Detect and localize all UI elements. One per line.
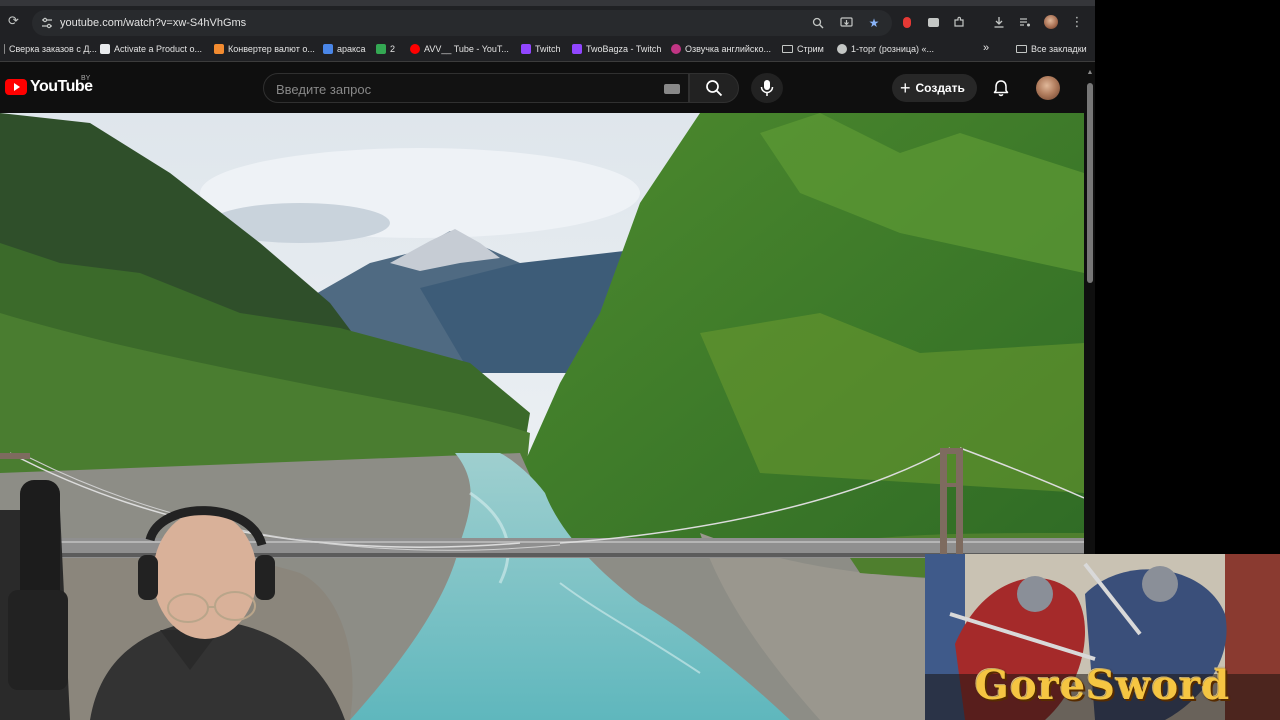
bookmark-favicon-icon	[323, 44, 333, 54]
downloads-icon[interactable]	[992, 15, 1006, 29]
bookmark-item[interactable]: аракса	[323, 44, 366, 54]
tab-strip	[0, 0, 1095, 6]
bookmark-favicon-icon	[572, 44, 582, 54]
extensions-puzzle-icon[interactable]	[952, 15, 966, 29]
bookmark-favicon-icon	[4, 44, 5, 54]
extension-red-icon[interactable]	[900, 15, 914, 29]
folder-icon	[1016, 45, 1027, 53]
bookmark-item[interactable]: Озвучка английско...	[671, 44, 771, 54]
bookmark-favicon-icon	[100, 44, 110, 54]
plus-icon: +	[900, 78, 911, 98]
bookmark-item[interactable]: TwoBagza - Twitch	[572, 44, 661, 54]
search-button[interactable]	[689, 73, 739, 103]
bookmark-item[interactable]: Конвертер валют о...	[214, 44, 315, 54]
zoom-icon[interactable]	[810, 15, 826, 31]
bookmark-item[interactable]: 1-торг (розница) «...	[837, 44, 934, 54]
search-icon	[706, 80, 723, 97]
bookmark-favicon-icon	[376, 44, 386, 54]
site-settings-icon[interactable]	[40, 16, 54, 30]
youtube-header: YouTube BY + Создать	[0, 63, 1095, 113]
youtube-logo[interactable]: YouTube	[5, 78, 93, 96]
bookmark-favicon-icon	[214, 44, 224, 54]
webcam-overlay	[0, 470, 350, 720]
bookmarks-overflow-button[interactable]: »	[983, 42, 989, 54]
create-button[interactable]: + Создать	[892, 74, 977, 102]
scroll-up-icon[interactable]: ▲	[1086, 69, 1094, 77]
folder-icon	[782, 45, 793, 53]
extension-gray-icon[interactable]	[926, 15, 940, 29]
all-bookmarks-folder[interactable]: Все закладки	[1016, 44, 1087, 54]
game-title: GoreSword	[974, 662, 1231, 709]
media-queue-icon[interactable]	[1018, 15, 1032, 29]
search-box[interactable]	[263, 73, 689, 103]
bookmark-item[interactable]: 2	[376, 44, 395, 54]
account-avatar[interactable]	[1036, 76, 1060, 100]
omnibox[interactable]: youtube.com/watch?v=xw-S4hVhGms ★	[32, 10, 892, 36]
profile-avatar-icon[interactable]	[1044, 15, 1058, 29]
keyboard-icon[interactable]	[664, 84, 680, 94]
bookmark-item[interactable]: AVV__ Tube - YouT...	[410, 44, 509, 54]
bookmarks-bar: Сверка заказов с Д... Activate a Product…	[0, 38, 1095, 62]
microphone-icon	[760, 80, 774, 96]
search-input[interactable]	[276, 80, 656, 98]
address-bar-row: ⟳ youtube.com/watch?v=xw-S4hVhGms ★ ⋮	[0, 0, 1095, 38]
youtube-play-icon	[5, 79, 27, 95]
notifications-button[interactable]	[990, 77, 1012, 99]
bookmark-folder[interactable]: Стрим	[782, 44, 824, 54]
more-menu-icon[interactable]: ⋮	[1070, 14, 1084, 29]
bell-icon	[993, 80, 1009, 97]
bookmark-favicon-icon	[410, 44, 420, 54]
empty-area	[1095, 0, 1280, 554]
bookmark-favicon-icon	[671, 44, 681, 54]
game-promo-overlay: GoreSword	[925, 554, 1280, 720]
reload-icon[interactable]: ⟳	[8, 14, 22, 28]
bookmark-item[interactable]: Сверка заказов с Д...	[4, 44, 97, 54]
bookmark-item[interactable]: Activate a Product o...	[100, 44, 202, 54]
bookmark-star-icon[interactable]: ★	[866, 15, 882, 31]
install-app-icon[interactable]	[838, 15, 854, 31]
scroll-thumb[interactable]	[1087, 83, 1093, 283]
bookmark-item[interactable]: Twitch	[521, 44, 561, 54]
url-text[interactable]: youtube.com/watch?v=xw-S4hVhGms	[60, 16, 246, 30]
country-code: BY	[81, 75, 91, 82]
streamer-webcam	[0, 480, 345, 720]
screen: ⟳ youtube.com/watch?v=xw-S4hVhGms ★ ⋮ Св…	[0, 0, 1280, 720]
bookmark-favicon-icon	[521, 44, 531, 54]
voice-search-button[interactable]	[751, 73, 783, 103]
globe-icon	[837, 44, 847, 54]
